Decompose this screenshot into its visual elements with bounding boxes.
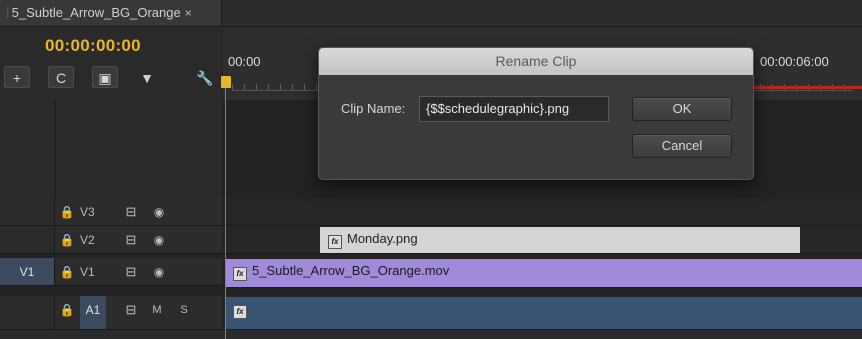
close-icon[interactable]: × [185, 6, 192, 20]
track-name[interactable]: V1 [80, 258, 106, 285]
wrench-icon[interactable]: 🔧 [194, 67, 216, 89]
lock-icon[interactable]: 🔒 [56, 296, 78, 329]
sequence-tab[interactable]: ⁞ 5_Subtle_Arrow_BG_Orange × [0, 0, 222, 26]
track-name[interactable]: V3 [80, 198, 106, 225]
fx-icon: fx [233, 267, 247, 281]
ruler-end-label: 00:00:06:00 [760, 54, 829, 69]
playhead-handle[interactable] [221, 76, 231, 88]
clip-label: 5_Subtle_Arrow_BG_Orange.mov [252, 263, 450, 278]
eye-icon[interactable]: ◉ [150, 226, 168, 253]
snap-icon[interactable]: + [4, 66, 30, 88]
rename-clip-dialog: Rename Clip Clip Name: {$$schedulegraphi… [318, 47, 754, 180]
work-area-bar[interactable] [752, 86, 862, 89]
track-header-a1: 🔒 A1 ⊟ M S [0, 296, 222, 330]
track-below [0, 330, 862, 339]
source-patch-column [0, 100, 56, 198]
ruler-start-label: 00:00 [228, 54, 261, 69]
track-name[interactable]: A1 [80, 296, 106, 329]
lock-icon[interactable]: 🔒 [56, 198, 78, 225]
clip-name-label: Clip Name: [341, 101, 406, 116]
tab-grip-icon: ⁞ [6, 5, 10, 20]
sequence-tab-bar: ⁞ 5_Subtle_Arrow_BG_Orange × [0, 0, 862, 27]
track-lane-a1[interactable]: fx [223, 296, 862, 330]
track-lane-v1[interactable]: fx 5_Subtle_Arrow_BG_Orange.mov [223, 258, 862, 288]
source-patch-a1[interactable] [0, 296, 55, 329]
track-name[interactable]: V2 [80, 226, 106, 253]
eye-icon[interactable]: ◉ [150, 258, 168, 285]
eye-icon[interactable]: ◉ [150, 198, 168, 225]
clip-name-input[interactable]: {$$schedulegraphic}.png [419, 96, 609, 122]
fx-icon: fx [328, 235, 342, 249]
track-lane-v3[interactable] [223, 198, 862, 226]
track-header-v3: 🔒 V3 ⊟ ◉ [0, 198, 222, 226]
playhead-line[interactable] [225, 88, 226, 339]
source-patch-v3[interactable] [0, 198, 55, 225]
lock-icon[interactable]: 🔒 [56, 258, 78, 285]
source-patch-v1[interactable]: V1 [0, 258, 55, 285]
track-header-blank [56, 100, 222, 198]
ok-button[interactable]: OK [632, 97, 732, 121]
clip-label: Monday.png [347, 231, 418, 246]
add-marker-icon[interactable]: ▼ [136, 67, 158, 89]
solo-button[interactable]: S [177, 296, 191, 329]
sync-lock-icon[interactable]: ⊟ [122, 258, 140, 285]
sync-lock-icon[interactable]: ⊟ [122, 198, 140, 225]
sync-lock-icon[interactable]: ⊟ [122, 226, 140, 253]
markers-icon[interactable]: ▣ [92, 66, 118, 88]
linked-selection-icon[interactable]: C [48, 66, 74, 88]
mute-button[interactable]: M [150, 296, 164, 329]
clip-main-video[interactable]: fx 5_Subtle_Arrow_BG_Orange.mov [225, 259, 862, 287]
playhead-timecode[interactable]: 00:00:00:00 [45, 36, 141, 56]
fx-icon: fx [233, 305, 247, 319]
clip-audio[interactable]: fx [225, 297, 862, 329]
track-header-v1: V1 🔒 V1 ⊟ ◉ [0, 258, 222, 286]
lock-icon[interactable]: 🔒 [56, 226, 78, 253]
sequence-tab-title: 5_Subtle_Arrow_BG_Orange [11, 5, 181, 20]
source-patch-v2[interactable] [0, 226, 55, 253]
dialog-title: Rename Clip [319, 48, 753, 75]
sync-lock-icon[interactable]: ⊟ [122, 296, 140, 329]
clip-monday[interactable]: fx Monday.png [320, 227, 800, 253]
track-lane-v2[interactable]: fx Monday.png [223, 226, 862, 254]
cancel-button[interactable]: Cancel [632, 134, 732, 158]
track-header-v2: 🔒 V2 ⊟ ◉ [0, 226, 222, 254]
